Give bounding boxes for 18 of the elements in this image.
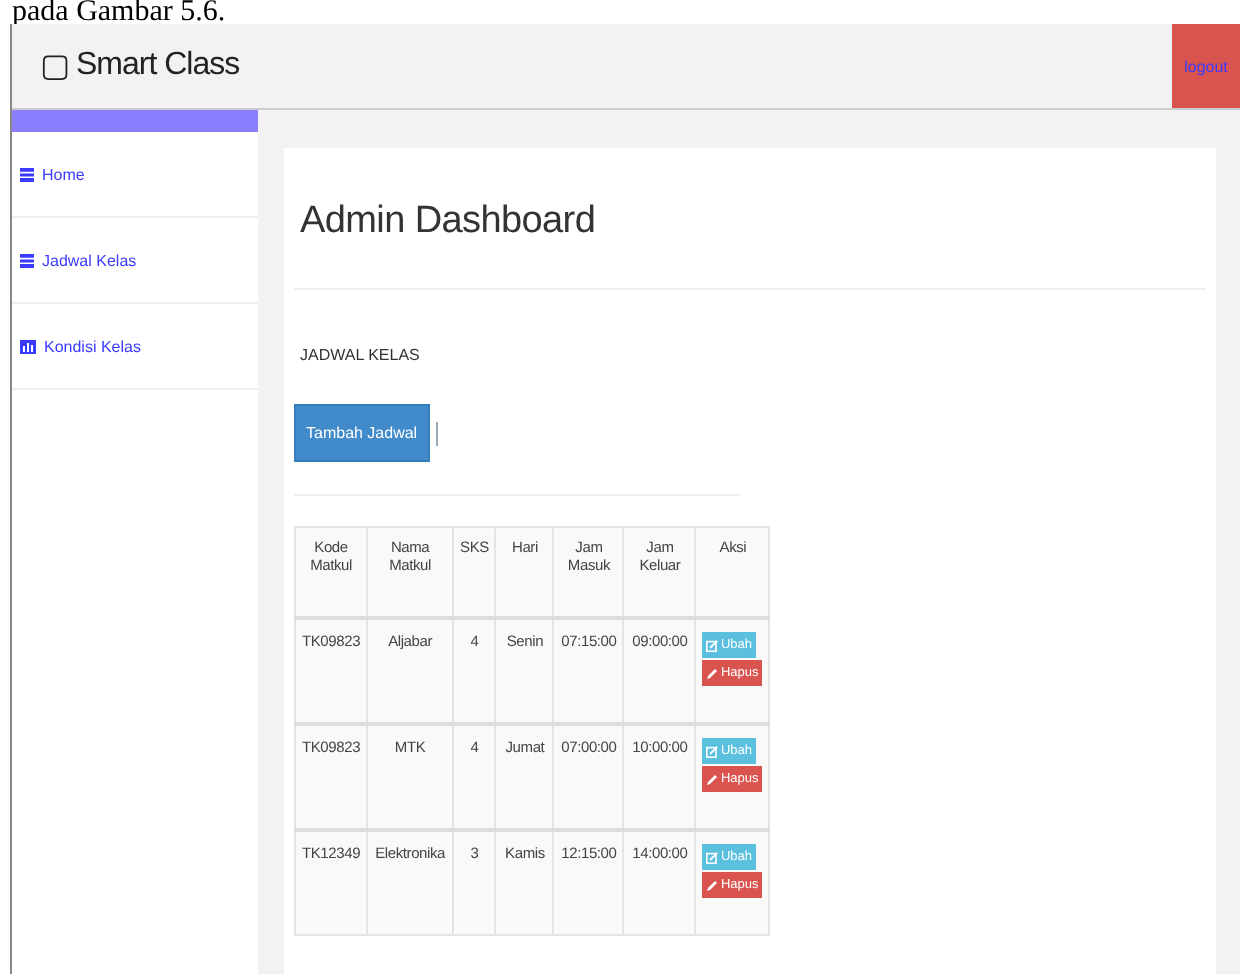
sidebar-item[interactable]: Jadwal Kelas xyxy=(12,218,258,304)
edit-icon xyxy=(706,639,719,651)
page-title: Admin Dashboard xyxy=(294,148,1206,290)
add-schedule-button[interactable]: Tambah Jadwal xyxy=(294,404,430,462)
brand-name: Smart Class xyxy=(76,48,240,84)
table-icon xyxy=(20,167,34,181)
pencil-icon xyxy=(706,879,719,891)
text-cursor xyxy=(435,421,438,445)
sidebar-item[interactable]: Home xyxy=(12,132,258,218)
table-icon xyxy=(20,253,34,267)
brand-icon: ▢ xyxy=(40,46,70,86)
pencil-icon xyxy=(706,773,719,785)
sidebar-item[interactable]: Kondisi Kelas xyxy=(12,304,258,390)
pencil-icon xyxy=(706,667,719,679)
chart-icon xyxy=(20,339,36,353)
edit-icon xyxy=(706,851,719,863)
edit-icon xyxy=(706,745,719,757)
section-heading: JADWAL KELAS xyxy=(298,344,422,364)
